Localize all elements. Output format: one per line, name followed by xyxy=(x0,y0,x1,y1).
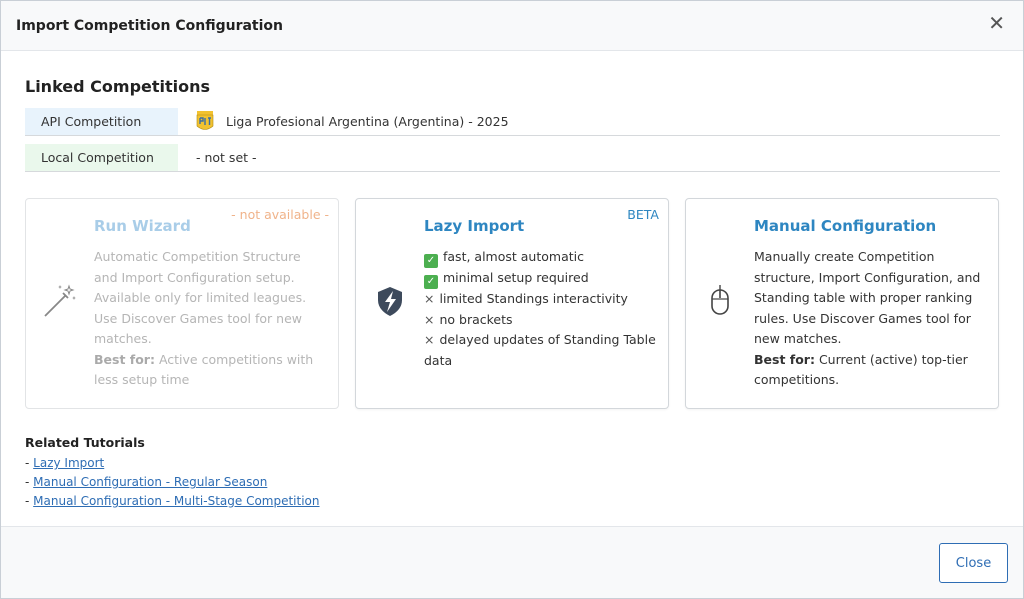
import-config-modal: Import Competition Configuration ✕ Linke… xyxy=(0,0,1024,599)
linked-competitions-title: Linked Competitions xyxy=(25,77,211,96)
lazy-import-content: Lazy Import ✓ fast, almost automatic ✓ min… xyxy=(424,216,658,371)
api-competition-name: Liga Profesional Argentina (Argentina) -… xyxy=(226,114,509,129)
mouse-icon xyxy=(711,285,729,315)
related-tutorials-title: Related Tutorials xyxy=(25,435,145,450)
local-competition-label: Local Competition xyxy=(25,144,178,171)
cross-icon: × xyxy=(424,332,435,347)
api-competition-value: Liga Profesional Argentina (Argentina) -… xyxy=(178,108,509,135)
close-icon[interactable]: ✕ xyxy=(988,13,1005,33)
run-wizard-best-for: Best for: Active competitions with less … xyxy=(94,350,328,391)
tutorial-link-multi-stage[interactable]: Manual Configuration - Multi-Stage Compe… xyxy=(33,494,319,508)
best-for-label: Best for: xyxy=(94,351,155,367)
api-competition-row: API Competition Liga Profesional Argenti… xyxy=(25,108,1000,136)
modal-footer: Close xyxy=(1,526,1023,598)
manual-configuration-title: Manual Configuration xyxy=(754,217,937,235)
tutorial-item: - Manual Configuration - Regular Season xyxy=(25,475,268,489)
close-button[interactable]: Close xyxy=(939,543,1008,583)
best-for-label: Best for: xyxy=(754,351,815,367)
check-icon: ✓ xyxy=(424,275,438,289)
league-logo-icon xyxy=(196,110,214,130)
tutorial-link-regular-season[interactable]: Manual Configuration - Regular Season xyxy=(33,475,267,489)
lazy-import-title: Lazy Import xyxy=(424,217,525,235)
import-options: - not available - Run Wizard Automatic C… xyxy=(25,198,999,409)
tutorial-item: - Lazy Import xyxy=(25,456,105,470)
manual-configuration-desc: Manually create Competition structure, I… xyxy=(754,249,981,346)
cross-icon: × xyxy=(424,311,435,327)
manual-best-for: Best for: Current (active) top-tier comp… xyxy=(754,350,988,391)
shield-bolt-icon xyxy=(378,287,402,316)
modal-title: Import Competition Configuration xyxy=(16,17,283,34)
lazy-con-item: × no brackets xyxy=(424,310,658,331)
check-icon: ✓ xyxy=(424,254,438,268)
lazy-con-item: × limited Standings interactivity xyxy=(424,289,658,310)
run-wizard-desc: Automatic Competition Structure and Impo… xyxy=(94,249,307,346)
local-competition-row: Local Competition - not set - xyxy=(25,144,1000,172)
cross-icon: × xyxy=(424,291,435,306)
lazy-import-card[interactable]: BETA Lazy Import ✓ fast, almost automatic… xyxy=(355,198,669,409)
local-competition-value: - not set - xyxy=(196,150,257,165)
tutorial-link-lazy-import[interactable]: Lazy Import xyxy=(33,456,104,470)
related-tutorials: Related Tutorials - Lazy Import - Manual… xyxy=(25,435,999,511)
manual-configuration-card[interactable]: Manual Configuration Manually create Com… xyxy=(685,198,999,409)
api-competition-label: API Competition xyxy=(25,108,178,135)
modal-body: Linked Competitions API Competition Liga… xyxy=(1,51,1023,527)
run-wizard-card: - not available - Run Wizard Automatic C… xyxy=(25,198,339,409)
manual-configuration-content: Manual Configuration Manually create Com… xyxy=(754,216,988,391)
modal-header: Import Competition Configuration ✕ xyxy=(1,1,1023,51)
run-wizard-title: Run Wizard xyxy=(94,217,191,235)
run-wizard-content: Run Wizard Automatic Competition Structu… xyxy=(94,216,328,391)
tutorial-item: - Manual Configuration - Multi-Stage Com… xyxy=(25,494,320,508)
lazy-con-item: × delayed updates of Standing Table data xyxy=(424,332,656,368)
lazy-pro-item: ✓ fast, almost automatic xyxy=(424,247,658,268)
magic-wand-icon xyxy=(44,284,76,317)
lazy-pro-item: ✓ minimal setup required xyxy=(424,268,658,289)
